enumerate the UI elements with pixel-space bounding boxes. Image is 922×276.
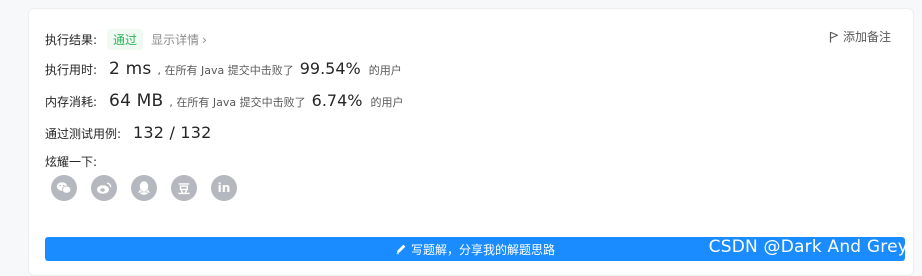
memory-percent: 6.74% [311, 91, 363, 110]
runtime-value: 2 ms [109, 59, 152, 79]
memory-label: 内存消耗: [45, 95, 98, 109]
memory-row: 内存消耗: 64 MB , 在所有 Java 提交中击败了 6.74% 的用户 [45, 91, 403, 111]
linkedin-icon[interactable]: in [211, 175, 237, 201]
add-note-button[interactable]: 添加备注 [829, 28, 891, 45]
share-label: 炫耀一下: [45, 155, 98, 169]
result-label: 执行结果: [45, 33, 98, 47]
weibo-icon[interactable] [91, 175, 117, 201]
runtime-label: 执行用时: [45, 63, 98, 77]
flag-icon [829, 31, 839, 42]
chevron-right-icon: › [202, 33, 207, 47]
share-row-label: 炫耀一下: [45, 153, 97, 170]
qq-icon[interactable] [131, 175, 157, 201]
result-row: 执行结果: 通过 显示详情 › [45, 29, 207, 50]
share-icons: 豆 in [51, 175, 237, 201]
status-badge: 通过 [107, 29, 144, 50]
write-solution-label: 写题解，分享我的解题思路 [410, 242, 555, 257]
runtime-percent: 99.54% [299, 59, 361, 78]
runtime-beat-prefix: , 在所有 Java 提交中击败了 [157, 64, 294, 77]
runtime-beat-suffix: 的用户 [368, 64, 402, 77]
watermark: CSDN @Dark And Grey [708, 237, 908, 257]
add-note-label: 添加备注 [842, 30, 891, 44]
show-details-link[interactable]: 显示详情 [151, 31, 199, 48]
pencil-icon [396, 244, 406, 255]
tests-label: 通过测试用例: [45, 127, 122, 141]
runtime-row: 执行用时: 2 ms , 在所有 Java 提交中击败了 99.54% 的用户 [45, 59, 402, 79]
memory-beat-suffix: 的用户 [370, 96, 404, 109]
tests-row: 通过测试用例: 132 / 132 [45, 123, 212, 142]
submission-result-card: 执行结果: 通过 显示详情 › 添加备注 执行用时: 2 ms , 在所有 Ja… [28, 8, 914, 276]
memory-beat-prefix: , 在所有 Java 提交中击败了 [169, 96, 306, 109]
tests-value: 132 / 132 [133, 123, 212, 142]
memory-value: 64 MB [109, 91, 164, 111]
wechat-icon[interactable] [51, 175, 77, 201]
douban-icon[interactable]: 豆 [171, 175, 197, 201]
